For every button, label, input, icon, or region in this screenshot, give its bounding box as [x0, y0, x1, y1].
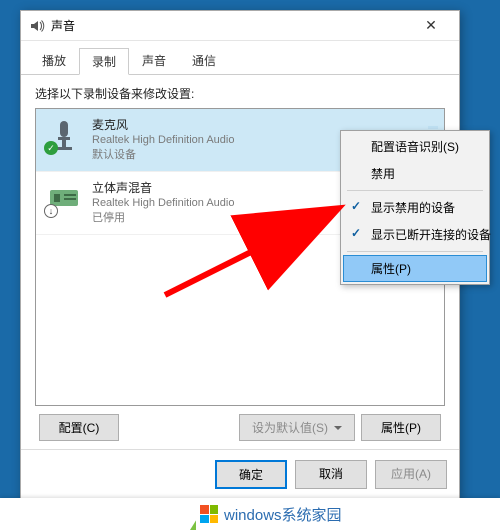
tab-playback[interactable]: 播放: [29, 47, 79, 74]
device-name: 立体声混音: [92, 180, 234, 196]
menu-config-speech[interactable]: 配置语音识别(S): [343, 133, 487, 160]
dialog-footer: 确定 取消 应用(A): [21, 449, 459, 499]
apply-button[interactable]: 应用(A): [375, 460, 447, 489]
device-status: 默认设备: [92, 148, 234, 163]
device-driver: Realtek High Definition Audio: [92, 133, 234, 148]
set-default-button[interactable]: 设为默认值(S): [239, 414, 355, 441]
default-badge-icon: ✓: [44, 141, 58, 155]
properties-button[interactable]: 属性(P): [361, 414, 441, 441]
ok-button[interactable]: 确定: [215, 460, 287, 489]
device-status: 已停用: [92, 211, 234, 226]
device-name: 麦克风: [92, 117, 234, 133]
menu-separator: [347, 190, 483, 191]
context-menu: 配置语音识别(S) 禁用 显示禁用的设备 显示已断开连接的设备 属性(P): [340, 130, 490, 285]
disabled-badge-icon: ↓: [44, 204, 58, 218]
tab-communications[interactable]: 通信: [179, 47, 229, 74]
instruction-text: 选择以下录制设备来修改设置:: [35, 85, 445, 102]
sound-card-icon: ↓: [46, 180, 82, 216]
windows-logo-icon: [200, 505, 218, 523]
cancel-button[interactable]: 取消: [295, 460, 367, 489]
menu-show-disabled[interactable]: 显示禁用的设备: [343, 194, 487, 221]
menu-disable[interactable]: 禁用: [343, 160, 487, 187]
tab-sounds[interactable]: 声音: [129, 47, 179, 74]
brand-text: windows系统家园: [224, 504, 342, 525]
titlebar: 声音 ✕: [21, 11, 459, 41]
window-title: 声音: [51, 17, 411, 34]
sound-icon: [29, 18, 45, 34]
microphone-icon: ✓: [46, 117, 82, 153]
menu-separator: [347, 251, 483, 252]
tab-recording[interactable]: 录制: [79, 48, 129, 75]
menu-properties[interactable]: 属性(P): [343, 255, 487, 282]
close-button[interactable]: ✕: [411, 12, 451, 40]
tab-strip: 播放 录制 声音 通信: [21, 41, 459, 75]
device-buttons: 配置(C) 设为默认值(S) 属性(P): [35, 406, 445, 441]
menu-show-disconnected[interactable]: 显示已断开连接的设备: [343, 221, 487, 248]
brand-bar: windows系统家园: [0, 498, 500, 530]
device-driver: Realtek High Definition Audio: [92, 196, 234, 211]
configure-button[interactable]: 配置(C): [39, 414, 119, 441]
